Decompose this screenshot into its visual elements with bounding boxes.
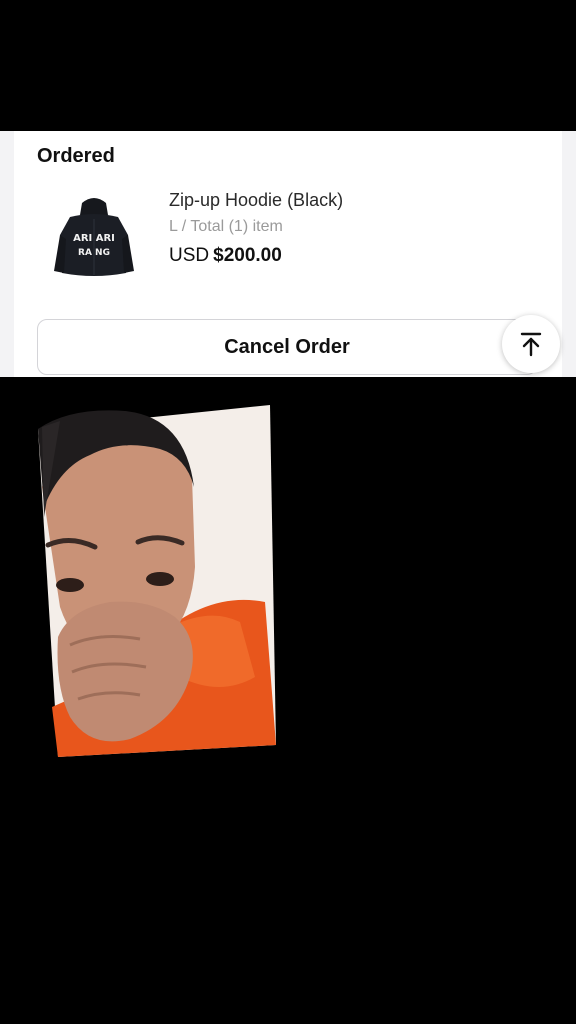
- hoodie-print-line2: RA NG: [78, 248, 110, 258]
- arrow-up-to-top-icon: [520, 332, 542, 357]
- order-screenshot: Ordered ARI ARI RA NG Zip-up Hoodie (Bla…: [0, 131, 576, 377]
- hoodie-image[interactable]: ARI ARI RA NG: [52, 193, 136, 285]
- product-name[interactable]: Zip-up Hoodie (Black): [169, 190, 343, 211]
- cancel-order-button[interactable]: Cancel Order: [37, 319, 537, 375]
- price-currency: USD: [169, 245, 210, 266]
- order-card: Ordered ARI ARI RA NG Zip-up Hoodie (Bla…: [14, 131, 562, 377]
- order-status-label: Ordered: [37, 145, 115, 167]
- video-overlay: [0, 377, 576, 1024]
- person-photo: [38, 405, 276, 757]
- price-amount: $200.00: [213, 245, 282, 266]
- product-price: USD $200.00: [169, 245, 282, 267]
- top-black-bar: [0, 0, 576, 131]
- product-options: L / Total (1) item: [169, 218, 283, 235]
- scroll-to-top-button[interactable]: [502, 315, 560, 373]
- hoodie-print-line1: ARI ARI: [73, 233, 115, 244]
